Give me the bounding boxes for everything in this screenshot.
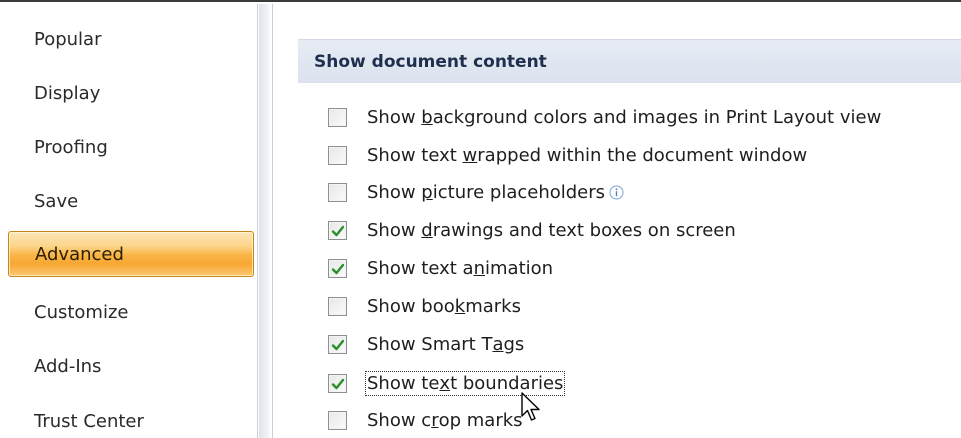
accelerator-key: a (492, 333, 504, 355)
option-label[interactable]: Show te x t boundaries (364, 370, 566, 396)
option-label[interactable]: Show b ackground colors and images in Pri… (367, 107, 881, 128)
label-text: Show text (367, 144, 463, 166)
label-text: ackground colors and images in Print Lay… (432, 106, 882, 128)
checkmark-icon (331, 225, 345, 236)
option-row[interactable]: Show b ackground colors and images in Pri… (328, 100, 881, 134)
nav-item-customize[interactable]: Customize (8, 289, 254, 335)
nav-item-label: Customize (34, 301, 129, 323)
label-text: t boundaries (450, 372, 564, 394)
option-label[interactable]: Show boo k marks (367, 296, 521, 317)
accelerator-key: p (421, 181, 433, 203)
label-text: gs (503, 333, 525, 355)
option-row[interactable]: Show d rawings and text boxes on screen (328, 213, 736, 247)
accelerator-key: n (473, 257, 485, 279)
nav-item-popular[interactable]: Popular (8, 16, 254, 62)
checkbox-unchecked[interactable] (328, 145, 347, 165)
nav-item-label: Trust Center (34, 410, 144, 432)
options-window: Popular Display Proofing Save Advanced C… (0, 0, 961, 438)
label-text: imation (485, 257, 554, 279)
checkbox-unchecked[interactable] (328, 107, 347, 127)
label-text: rawings and text boxes on screen (432, 219, 736, 241)
option-label[interactable]: Show text w rapped within the document wi… (367, 145, 807, 166)
nav-item-label: Save (34, 190, 79, 212)
option-row[interactable]: Show p icture placeholders (328, 175, 624, 209)
label-text: Show te (367, 372, 440, 394)
checkbox-checked[interactable] (328, 373, 347, 393)
option-row[interactable]: Show boo k marks (328, 289, 521, 323)
checkbox-unchecked[interactable] (328, 410, 347, 430)
info-icon[interactable] (609, 185, 624, 200)
label-text: icture placeholders (432, 181, 606, 203)
option-row[interactable]: Show Smart Ta gs (328, 327, 524, 361)
mouse-pointer-icon (520, 392, 542, 424)
accelerator-key: b (421, 106, 433, 128)
checkbox-checked[interactable] (328, 258, 347, 278)
checkmark-icon (331, 378, 345, 389)
pane-divider (259, 4, 272, 438)
nav-item-label: Popular (34, 28, 102, 50)
accelerator-key: k (454, 295, 466, 317)
nav-item-trust-center[interactable]: Trust Center (8, 398, 254, 438)
option-label[interactable]: Show c r op marks (367, 410, 523, 431)
checkbox-unchecked[interactable] (328, 296, 347, 316)
nav-item-label: Add-Ins (34, 355, 102, 377)
accelerator-key: r (431, 409, 439, 431)
options-category-list: Popular Display Proofing Save Advanced C… (0, 4, 258, 438)
option-label[interactable]: Show d rawings and text boxes on screen (367, 220, 736, 241)
label-text: Show (367, 181, 422, 203)
label-text: Show (367, 106, 422, 128)
nav-item-advanced[interactable]: Advanced (8, 231, 254, 277)
label-text: rapped within the document window (477, 144, 808, 166)
nav-item-label: Proofing (34, 136, 108, 158)
accelerator-key: d (421, 219, 433, 241)
option-row[interactable]: Show text w rapped within the document wi… (328, 138, 807, 172)
nav-item-label: Display (34, 82, 101, 104)
label-text: Show boo (367, 295, 455, 317)
option-label[interactable]: Show p icture placeholders (367, 182, 624, 203)
section-header: Show document content (298, 39, 961, 83)
nav-item-display[interactable]: Display (8, 70, 254, 116)
nav-item-add-ins[interactable]: Add-Ins (8, 343, 254, 389)
checkmark-icon (331, 263, 345, 274)
accelerator-key: w (462, 144, 478, 166)
option-row[interactable]: Show text a n imation (328, 251, 553, 285)
option-label[interactable]: Show Smart Ta gs (367, 334, 524, 355)
checkmark-icon (331, 339, 345, 350)
accelerator-key: x (439, 372, 451, 394)
label-text: Show c (367, 409, 432, 431)
nav-item-label: Advanced (35, 243, 124, 265)
option-row[interactable]: Show c r op marks (328, 403, 523, 437)
checkbox-unchecked[interactable] (328, 182, 347, 202)
checkbox-checked[interactable] (328, 220, 347, 240)
label-text: Show Smart T (367, 333, 493, 355)
label-text: Show (367, 219, 422, 241)
nav-item-save[interactable]: Save (8, 178, 254, 224)
nav-item-proofing[interactable]: Proofing (8, 124, 254, 170)
option-label[interactable]: Show text a n imation (367, 258, 553, 279)
options-content-pane: Show document content Show b ackground co… (273, 4, 961, 438)
label-text: op marks (438, 409, 523, 431)
section-title: Show document content (314, 51, 547, 72)
label-text: marks (465, 295, 521, 317)
label-text: Show text a (367, 257, 474, 279)
checkbox-checked[interactable] (328, 334, 347, 354)
